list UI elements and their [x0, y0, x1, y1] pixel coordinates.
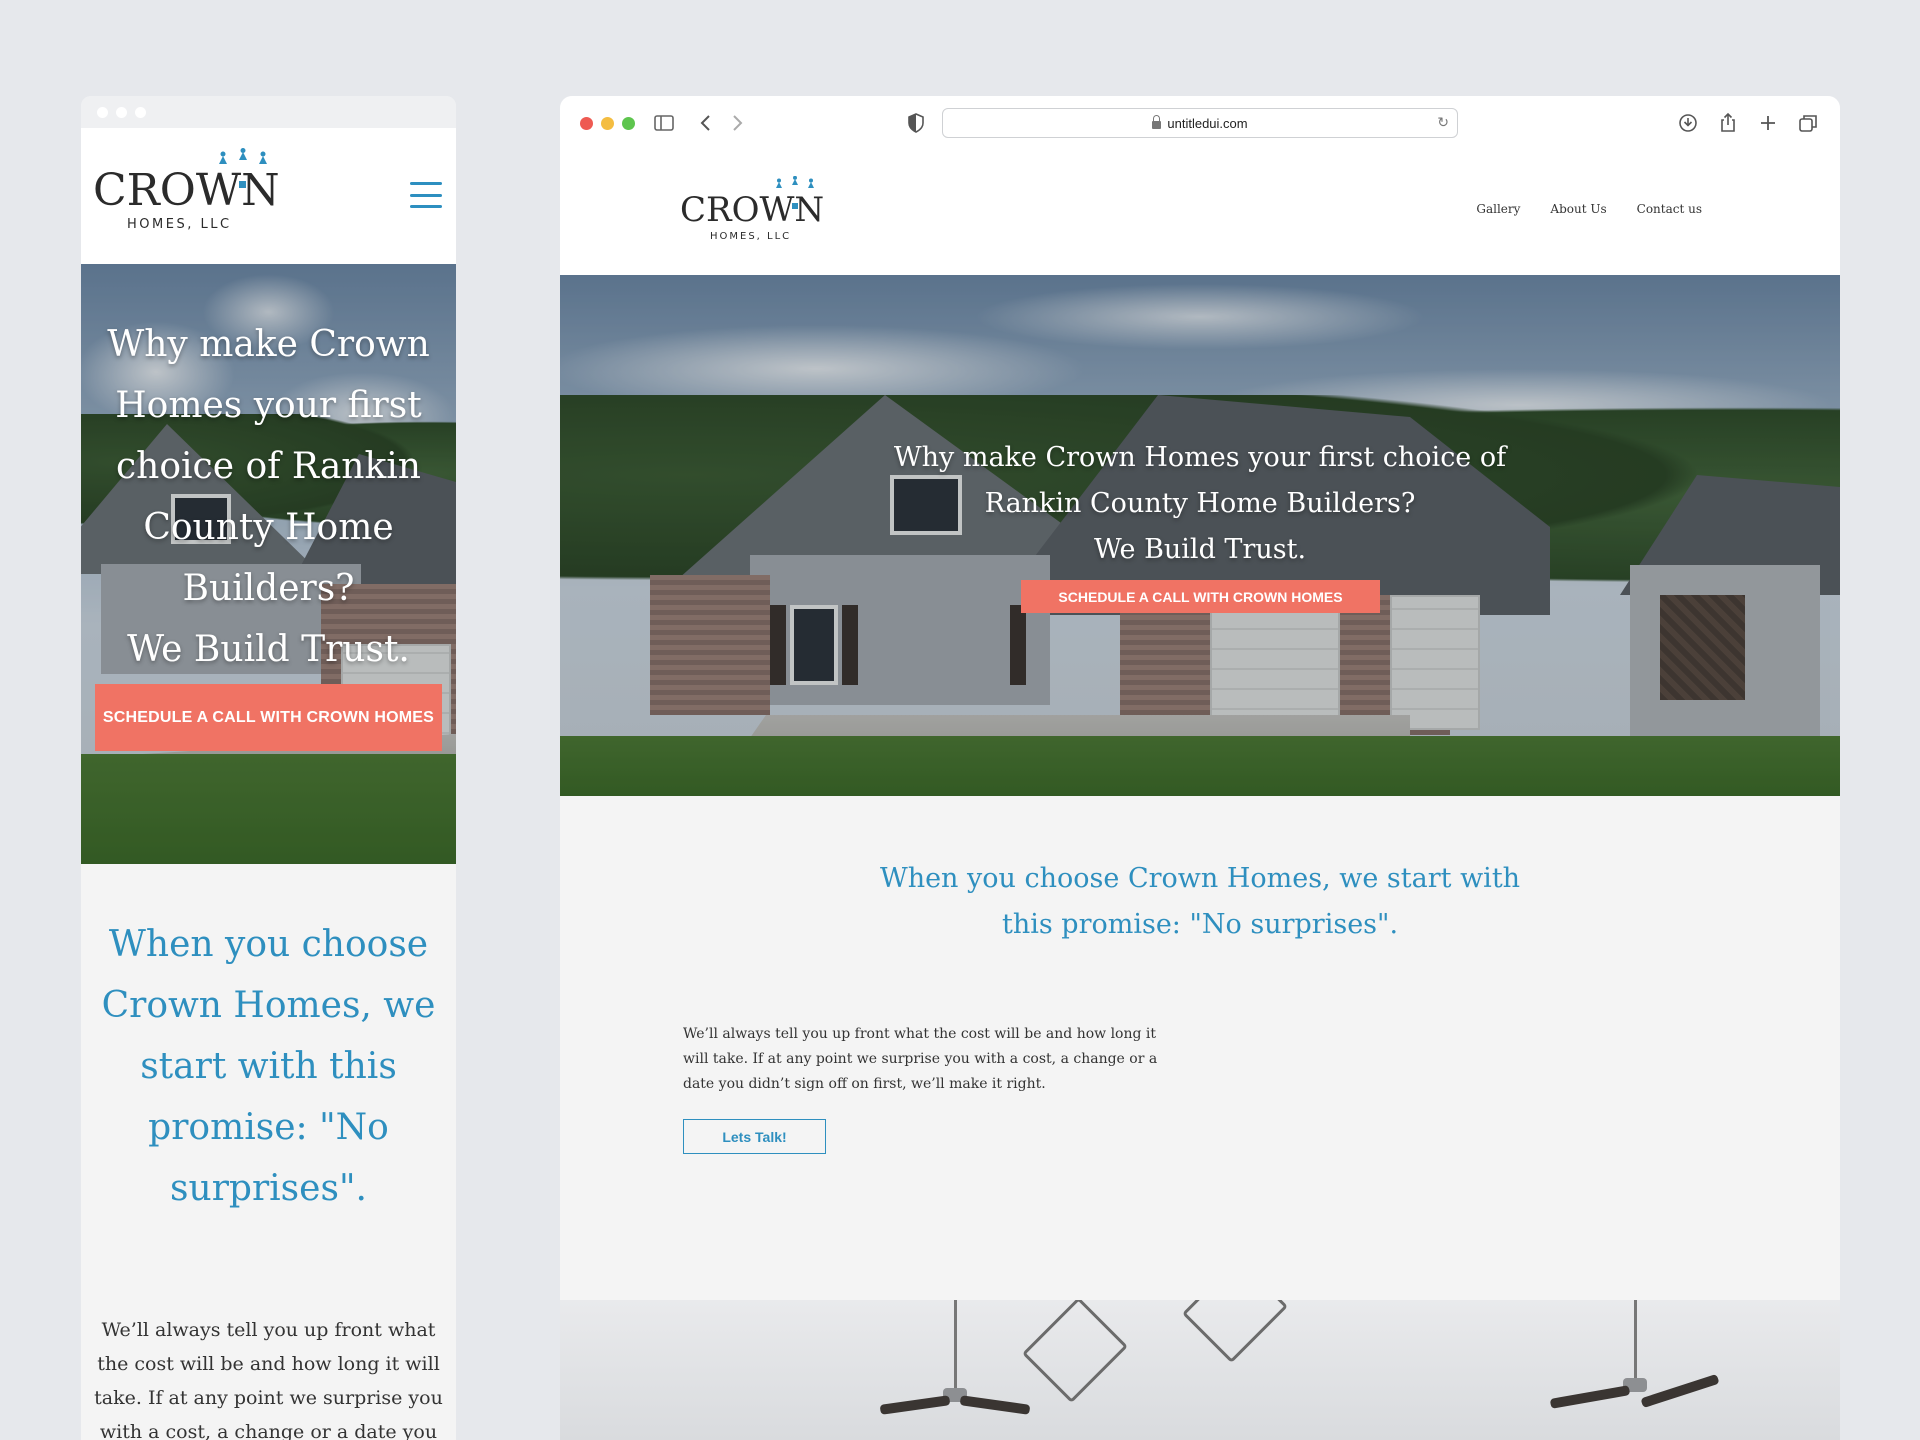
logo-sub-text: HOMES, LLC [710, 231, 791, 242]
mobile-body-text: We’ll always tell you up front what the … [94, 1319, 443, 1440]
address-bar[interactable]: untitledui.com ↻ [942, 108, 1458, 138]
nav-item-about-us[interactable]: About Us [1550, 202, 1606, 216]
window-dot [97, 106, 108, 118]
ceiling-fan-image [879, 1300, 1031, 1420]
crown-homes-logo[interactable]: CROWN HOMES, LLC [93, 148, 303, 238]
sidebar-icon[interactable] [652, 111, 676, 135]
zoom-window-button[interactable] [622, 117, 635, 130]
schedule-call-button[interactable]: SCHEDULE A CALL WITH CROWN HOMES [95, 684, 442, 751]
nav-item-gallery[interactable]: Gallery [1476, 202, 1520, 216]
tabs-icon[interactable] [1796, 111, 1820, 135]
window-dot [116, 106, 127, 118]
ceiling-fan-image [1549, 1300, 1720, 1420]
desktop-browser-window: untitledui.com ↻ CROWN HOMES, LLC Galler… [560, 96, 1840, 1440]
pendant-light-image [1181, 1300, 1289, 1364]
nav-item-contact-us[interactable]: Contact us [1637, 202, 1702, 216]
window-dot [135, 106, 146, 118]
mobile-hero: Why make Crown Homes your first choice o… [81, 264, 456, 864]
desktop-promise-heading: When you choose Crown Homes, we start wi… [560, 856, 1840, 948]
site-header: CROWN HOMES, LLC Gallery About Us Contac… [560, 150, 1840, 275]
mobile-header: CROWN HOMES, LLC [81, 128, 456, 264]
mobile-preview: CROWN HOMES, LLC Why make Crown Homes yo… [81, 96, 456, 1440]
interior-photo [560, 1300, 1840, 1440]
share-icon[interactable] [1716, 111, 1740, 135]
download-icon[interactable] [1676, 111, 1700, 135]
logo-brand-text: CROWN [680, 190, 824, 230]
shield-icon[interactable] [904, 111, 928, 135]
reload-icon[interactable]: ↻ [1437, 114, 1449, 131]
desktop-hero-headline: Why make Crown Homes your first choice o… [560, 435, 1840, 573]
url-text: untitledui.com [1167, 115, 1248, 131]
minimize-window-button[interactable] [601, 117, 614, 130]
back-icon[interactable] [694, 111, 718, 135]
hero-question: Why make Crown Homes your first choice o… [107, 324, 430, 609]
mobile-window-chrome [81, 96, 456, 128]
logo-brand-text: CROWN [93, 165, 280, 216]
browser-toolbar: untitledui.com ↻ [560, 96, 1840, 150]
hero-question-line1: Why make Crown Homes your first choice o… [893, 442, 1507, 473]
window-controls [580, 117, 635, 130]
new-tab-icon[interactable] [1756, 111, 1780, 135]
mobile-hero-headline: Why make Crown Homes your first choice o… [91, 314, 446, 680]
promise-line2: this promise: "No surprises". [1001, 909, 1399, 940]
hamburger-menu-icon[interactable] [410, 182, 442, 208]
crown-homes-logo[interactable]: CROWN HOMES, LLC [680, 176, 840, 248]
schedule-call-button[interactable]: SCHEDULE A CALL WITH CROWN HOMES [1021, 580, 1380, 613]
desktop-body-text: We’ll always tell you up front what the … [683, 1026, 1158, 1092]
logo-sub-text: HOMES, LLC [127, 217, 232, 232]
forward-icon[interactable] [725, 111, 749, 135]
close-window-button[interactable] [580, 117, 593, 130]
promise-line1: When you choose Crown Homes, we start wi… [879, 863, 1521, 894]
desktop-hero: Why make Crown Homes your first choice o… [560, 275, 1840, 796]
lets-talk-button[interactable]: Lets Talk! [683, 1119, 826, 1154]
mobile-promise-heading: When you choose Crown Homes, we start wi… [101, 924, 436, 1209]
hero-tagline: We Build Trust. [127, 629, 410, 670]
hero-tagline: We Build Trust. [1093, 534, 1307, 565]
main-nav: Gallery About Us Contact us [1476, 202, 1702, 216]
hero-question-line2: Rankin County Home Builders? [984, 488, 1416, 519]
lock-icon [1152, 114, 1162, 129]
pendant-light-image [1021, 1300, 1129, 1404]
